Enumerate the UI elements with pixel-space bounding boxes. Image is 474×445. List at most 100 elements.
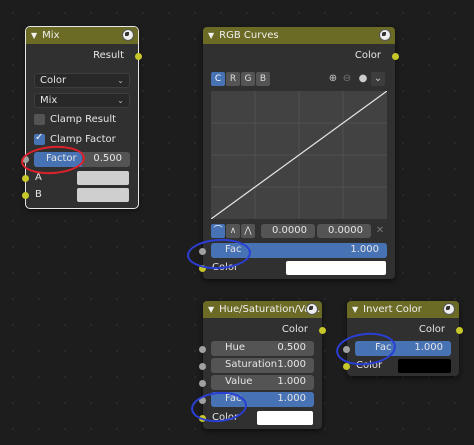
hue-value: 0.500 — [277, 342, 306, 353]
chevron-down-icon[interactable]: ⌄ — [371, 72, 385, 86]
rgb-curves-color-output: Color — [203, 48, 399, 65]
hue-sat-fac-socket[interactable] — [199, 397, 206, 404]
b-label: B — [35, 189, 42, 200]
mix-result-output: Result — [26, 48, 142, 65]
hue-sat-fac-value: 1.000 — [277, 393, 306, 404]
factor-slider[interactable]: Factor 0.500 — [34, 152, 130, 167]
invert-color-output: Color — [347, 322, 463, 339]
rgb-fac-socket[interactable] — [199, 248, 206, 255]
b-socket[interactable] — [22, 192, 29, 199]
value-field[interactable]: Value 1.000 — [211, 375, 314, 390]
hue-sat-fac-slider[interactable]: Fac 1.000 — [211, 392, 314, 407]
channel-tab-g[interactable]: G — [241, 72, 255, 86]
zoom-out-icon[interactable]: ⊖ — [340, 72, 354, 86]
channel-tab-c[interactable]: C — [211, 72, 225, 86]
checkbox-checked-icon[interactable] — [34, 132, 45, 145]
rgb-curves-title: RGB Curves — [219, 30, 279, 41]
blend-mode-value: Mix — [40, 95, 58, 106]
rgb-color-socket[interactable] — [199, 265, 206, 272]
invert-output-socket[interactable] — [456, 327, 463, 334]
collapse-arrow-icon[interactable]: ▼ — [352, 305, 358, 314]
auto-clamped-handle-icon[interactable]: ⋀ — [241, 224, 255, 238]
collapse-arrow-icon[interactable]: ▼ — [208, 31, 214, 40]
b-color-swatch[interactable] — [77, 188, 129, 202]
curve-y-field[interactable]: 0.0000 — [317, 224, 371, 238]
value-socket[interactable] — [199, 380, 206, 387]
vector-handle-icon[interactable]: ∧ — [226, 224, 240, 238]
data-type-dropdown[interactable]: Color ⌄ — [34, 73, 130, 88]
mix-node-header[interactable]: ▼ Mix — [26, 27, 138, 44]
curve-x-field[interactable]: 0.0000 — [261, 224, 315, 238]
invert-fac-value: 1.000 — [414, 342, 443, 353]
value-row: Value 1.000 — [199, 375, 322, 392]
mix-node[interactable]: ▼ Mix Result Color ⌄ Mix ⌄ Clamp Result … — [22, 26, 142, 209]
invert-color-label: Color — [356, 360, 383, 371]
factor-value: 0.500 — [93, 153, 122, 164]
hue-sat-color-socket[interactable] — [199, 415, 206, 422]
hue-field[interactable]: Hue 0.500 — [211, 341, 314, 356]
delete-point-icon[interactable]: ✕ — [373, 224, 387, 238]
invert-color-input-row: Color — [343, 358, 459, 375]
a-socket[interactable] — [22, 175, 29, 182]
b-input-row: B — [22, 187, 138, 204]
value-value: 1.000 — [277, 376, 306, 387]
hue-saturation-header[interactable]: ▼ Hue/Saturation/Va… — [203, 301, 322, 318]
channel-tabs: C R G B — [211, 72, 281, 86]
a-color-swatch[interactable] — [77, 171, 129, 185]
value-label: Value — [225, 376, 253, 387]
saturation-row: Saturation 1.000 — [199, 358, 322, 375]
channel-tab-r[interactable]: R — [226, 72, 240, 86]
collapse-arrow-icon[interactable]: ▼ — [31, 31, 37, 40]
hue-saturation-node[interactable]: ▼ Hue/Saturation/Va… Color Hue 0.500 Sat… — [199, 301, 326, 429]
mix-node-title: Mix — [42, 30, 60, 41]
smooth-handle-icon[interactable]: ⌒ — [211, 224, 225, 238]
shader-ball-icon — [306, 303, 318, 315]
invert-color-socket[interactable] — [343, 363, 350, 370]
hue-sat-color-label: Color — [212, 412, 239, 423]
invert-color-swatch[interactable] — [398, 359, 451, 373]
clamp-factor-checkbox[interactable]: Clamp Factor — [34, 132, 116, 145]
a-input-row: A — [22, 170, 138, 187]
factor-label: Factor — [46, 153, 77, 164]
invert-color-header[interactable]: ▼ Invert Color — [347, 301, 459, 318]
rgb-curves-header[interactable]: ▼ RGB Curves — [203, 27, 395, 44]
collapse-arrow-icon[interactable]: ▼ — [208, 305, 214, 314]
rgb-curves-node[interactable]: ▼ RGB Curves Color C R G B ⊕ ⊖ ● ⌄ ⌒ ∧ ⋀… — [199, 27, 399, 279]
curve-point-controls: ⌒ ∧ ⋀ 0.0000 0.0000 ✕ — [211, 224, 387, 238]
rgb-fac-slider[interactable]: Fac 1.000 — [211, 243, 387, 258]
rgb-color-swatch[interactable] — [286, 261, 386, 275]
saturation-field[interactable]: Saturation 1.000 — [211, 358, 314, 373]
hue-sat-output-label: Color — [281, 324, 308, 335]
factor-socket[interactable] — [22, 156, 29, 163]
blend-mode-dropdown[interactable]: Mix ⌄ — [34, 93, 130, 108]
clamp-result-label: Clamp Result — [50, 114, 117, 125]
rgb-fac-label: Fac — [225, 244, 242, 255]
dot-icon[interactable]: ● — [356, 72, 370, 86]
rgb-curves-output-label: Color — [354, 50, 381, 61]
invert-fac-slider[interactable]: Fac 1.000 — [355, 341, 451, 356]
mix-result-socket[interactable] — [135, 53, 142, 60]
curve-graph[interactable] — [210, 90, 388, 220]
saturation-value: 1.000 — [277, 359, 306, 370]
a-label: A — [35, 172, 42, 183]
clamp-result-checkbox[interactable]: Clamp Result — [34, 114, 116, 125]
hue-sat-fac-label: Fac — [225, 393, 242, 404]
hue-sat-color-swatch[interactable] — [257, 411, 313, 425]
checkbox-unchecked-icon[interactable] — [34, 114, 45, 125]
channel-tab-b[interactable]: B — [256, 72, 270, 86]
zoom-in-icon[interactable]: ⊕ — [326, 72, 340, 86]
invert-output-label: Color — [418, 324, 445, 335]
invert-fac-label: Fac — [375, 342, 392, 353]
hue-row: Hue 0.500 — [199, 341, 322, 358]
mix-result-label: Result — [93, 50, 124, 61]
hue-socket[interactable] — [199, 346, 206, 353]
curve-editor[interactable] — [210, 90, 388, 220]
hue-sat-output-socket[interactable] — [319, 327, 326, 334]
invert-fac-socket[interactable] — [343, 346, 350, 353]
factor-row: Factor 0.500 — [22, 151, 138, 168]
hue-label: Hue — [225, 342, 246, 353]
saturation-socket[interactable] — [199, 363, 206, 370]
hue-sat-color-input-row: Color — [199, 410, 322, 427]
rgb-curves-output-socket[interactable] — [392, 53, 399, 60]
invert-color-node[interactable]: ▼ Invert Color Color Fac 1.000 Color — [343, 301, 463, 376]
